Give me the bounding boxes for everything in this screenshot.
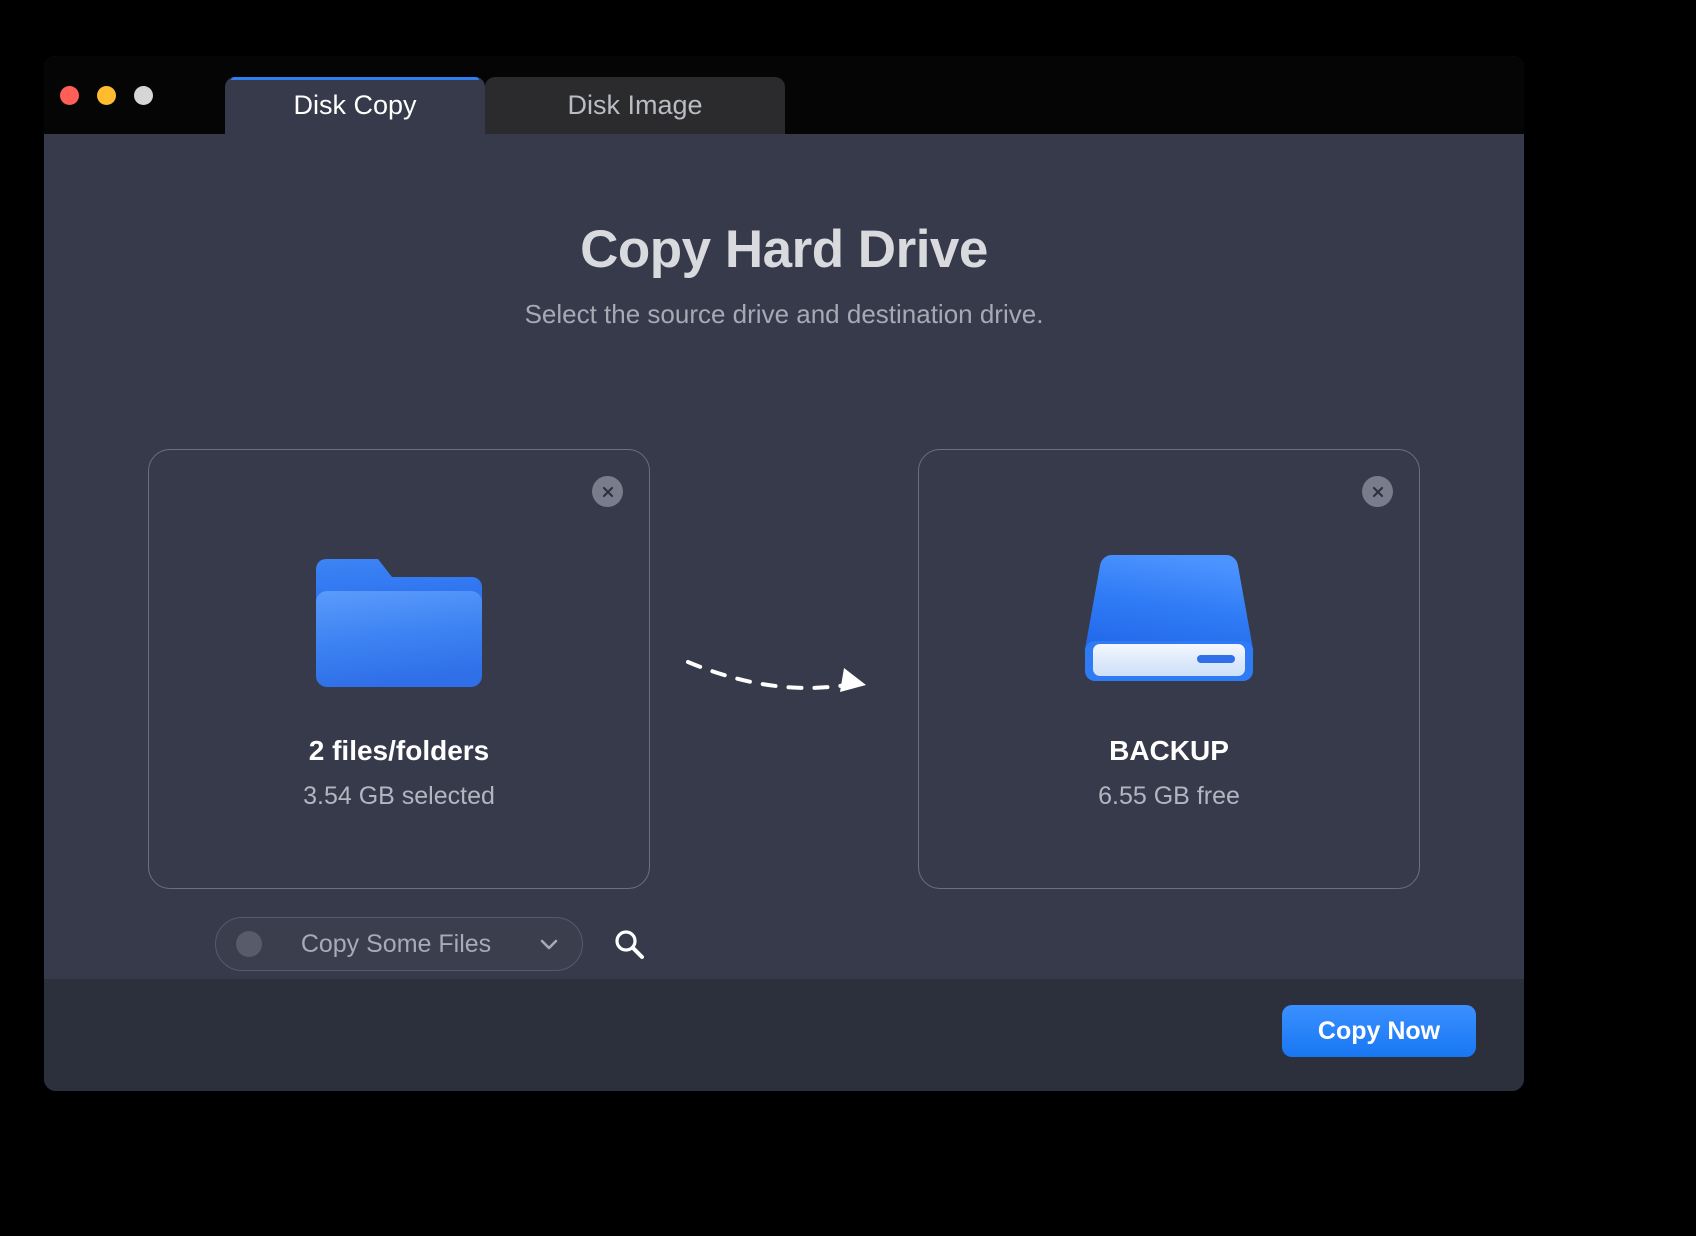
page-title: Copy Hard Drive <box>580 220 988 279</box>
source-card-sublabel: 3.54 GB selected <box>303 782 495 810</box>
minimize-window-button[interactable] <box>97 86 116 105</box>
source-card-label: 2 files/folders <box>308 735 490 766</box>
radio-dot-icon <box>236 931 262 957</box>
copy-mode-value: Copy Some Files <box>300 929 492 958</box>
chevron-down-icon[interactable] <box>536 931 562 957</box>
close-icon[interactable] <box>1362 476 1393 507</box>
folder-icon <box>149 545 649 695</box>
hard-drive-icon <box>919 545 1419 695</box>
destination-card-sublabel: 6.55 GB free <box>1098 782 1240 810</box>
tab-bar: Disk Copy Disk Image <box>225 77 785 134</box>
copy-now-button[interactable]: Copy Now <box>1282 1005 1476 1057</box>
close-icon[interactable] <box>592 476 623 507</box>
main-content: Copy Hard Drive Select the source drive … <box>44 134 1524 979</box>
tab-disk-copy[interactable]: Disk Copy <box>225 77 485 134</box>
app-window: Disk Copy Disk Image Copy Hard Drive Sel… <box>44 56 1524 1091</box>
search-icon[interactable] <box>609 924 649 964</box>
zoom-window-button[interactable] <box>134 86 153 105</box>
title-bar: Disk Copy Disk Image <box>44 56 1524 134</box>
source-drive-card[interactable]: 2 files/folders 3.54 GB selected <box>148 449 650 889</box>
tab-disk-copy-label: Disk Copy <box>293 90 417 120</box>
traffic-lights <box>60 86 153 105</box>
footer-bar: Copy Now <box>44 979 1524 1091</box>
copy-mode-row: Copy Some Files <box>215 917 649 971</box>
dashed-arrow-icon <box>684 644 884 704</box>
page-subtitle: Select the source drive and destination … <box>524 299 1044 329</box>
copy-mode-dropdown[interactable]: Copy Some Files <box>215 917 583 971</box>
tab-disk-image[interactable]: Disk Image <box>485 77 785 134</box>
tab-disk-image-label: Disk Image <box>567 90 703 120</box>
destination-card-label: BACKUP <box>1109 735 1229 766</box>
close-window-button[interactable] <box>60 86 79 105</box>
destination-drive-card[interactable]: BACKUP 6.55 GB free <box>918 449 1420 889</box>
